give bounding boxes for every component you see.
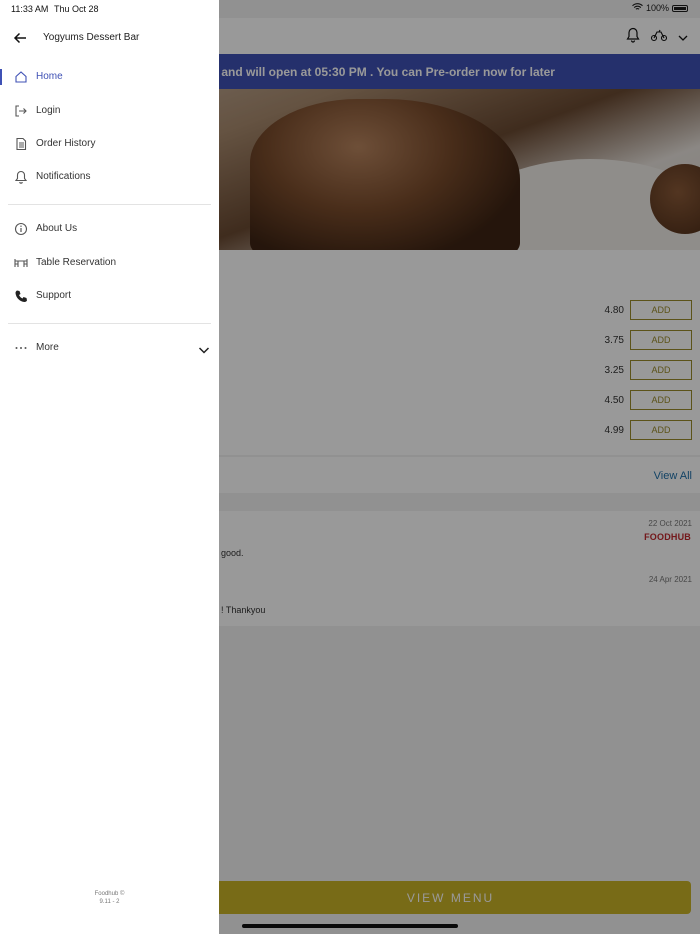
bell-icon [14,170,28,184]
nav-item-more[interactable]: More [0,335,219,361]
info-icon [14,222,28,236]
nav-item-notifications[interactable]: Notifications [0,164,219,190]
drawer-footer: Foodhub © 9.11 - 2 [0,890,219,906]
navigation-drawer: Yogyums Dessert Bar Home Login Order His… [0,0,219,934]
nav-item-about-us[interactable]: About Us [0,216,219,242]
nav-label: More [36,342,59,353]
restaurant-name: Yogyums Dessert Bar [43,32,140,43]
nav-label: Order History [36,138,96,149]
phone-icon [14,289,28,303]
nav-item-table-reservation[interactable]: Table Reservation [0,250,219,276]
drawer-divider [8,204,211,205]
table-reservation-icon [14,256,28,270]
nav-item-home[interactable]: Home [0,64,219,90]
footer-brand: Foodhub © [94,891,125,897]
more-dots-icon [14,341,28,355]
nav-label: Login [36,105,61,116]
drawer-divider [8,323,211,324]
back-arrow-icon[interactable] [13,31,27,50]
nav-label: Table Reservation [36,257,117,268]
nav-label: Support [36,290,72,301]
chevron-down-icon[interactable] [198,342,210,360]
nav-item-login[interactable]: Login [0,98,219,124]
nav-label: Home [36,71,63,82]
order-history-icon [14,137,28,151]
login-icon [14,104,28,118]
nav-item-order-history[interactable]: Order History [0,131,219,157]
nav-label: About Us [36,223,78,234]
nav-item-support[interactable]: Support [0,283,219,309]
home-icon [14,70,28,84]
footer-version: 9.11 - 2 [99,899,120,905]
nav-label: Notifications [36,171,91,182]
drawer-header: Yogyums Dessert Bar [0,28,219,50]
